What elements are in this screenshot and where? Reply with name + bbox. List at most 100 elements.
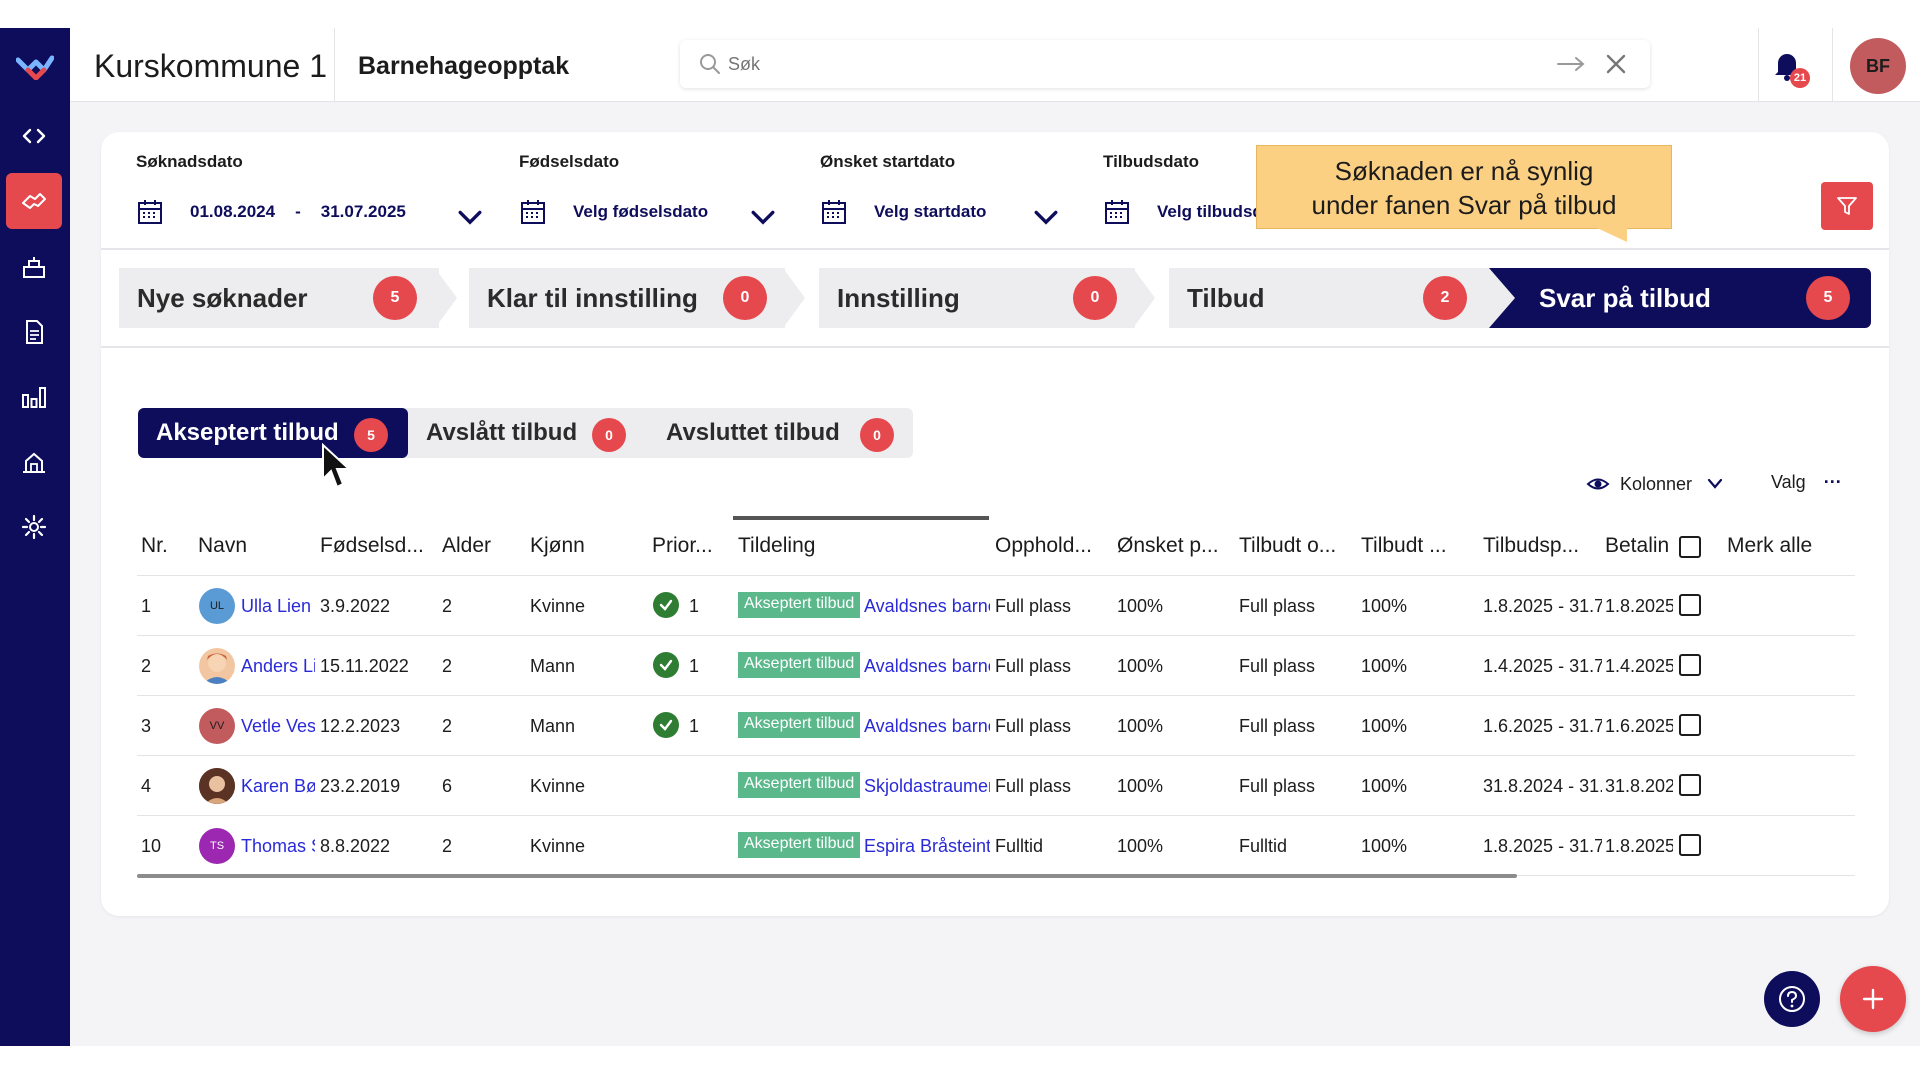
row-checkbox[interactable] (1679, 714, 1701, 736)
cell-kindergarten-link[interactable]: Avaldsnes barnehage (864, 716, 990, 737)
sidebar (0, 28, 70, 1046)
sidebar-item-property[interactable] (6, 434, 62, 490)
cell-kindergarten-link[interactable]: Espira Bråsteintun (864, 836, 990, 857)
date-separator: - (295, 202, 301, 221)
sidebar-item-reports[interactable] (6, 369, 62, 425)
code-icon (22, 128, 46, 144)
row-checkbox[interactable] (1679, 834, 1701, 856)
chevron-down-icon[interactable] (1032, 204, 1060, 232)
columns-button[interactable]: Kolonner (1586, 472, 1724, 496)
step-svar-pa-tilbud[interactable]: Svar på tilbud 5 (1489, 268, 1871, 328)
col-fodselsdato[interactable]: Fødselsd... (320, 534, 424, 558)
date-value: Velg startdato (874, 202, 987, 221)
date-picker[interactable]: Velg startdato (820, 198, 1060, 226)
col-tilbudt-opphold[interactable]: Tilbudt o... (1239, 534, 1336, 558)
step-count-badge: 0 (723, 276, 767, 320)
chevron-down-icon[interactable] (749, 204, 777, 232)
cell-dob: 3.9.2022 (320, 596, 391, 616)
filter-button[interactable] (1821, 182, 1873, 230)
search-input[interactable] (728, 50, 1528, 78)
col-betaling[interactable]: Betalin (1605, 534, 1669, 558)
tab-avsluttet-tilbud[interactable]: Avsluttet tilbud 0 (648, 408, 913, 458)
cell-name-link[interactable]: Thomas S (241, 836, 315, 857)
cell-nr: 2 (141, 656, 152, 676)
col-merk-alle[interactable]: Merk alle (1727, 534, 1812, 558)
cell-kindergarten-link[interactable]: Avaldsnes barnehage (864, 656, 990, 677)
col-onsket-prosent[interactable]: Ønsket p... (1117, 534, 1219, 558)
avatar (199, 768, 235, 804)
col-opphold[interactable]: Opphold... (995, 534, 1092, 558)
cell-dob: 15.11.2022 (320, 656, 409, 676)
step-separator-icon (783, 268, 814, 328)
cell-wanted: 100% (1117, 776, 1164, 796)
sidebar-item-documents[interactable] (6, 304, 62, 360)
sidebar-item-applications[interactable] (6, 173, 62, 229)
search-icon (700, 54, 720, 74)
date-value: Velg fødselsdato (573, 202, 709, 221)
select-all-checkbox[interactable] (1679, 536, 1701, 558)
tab-akseptert-tilbud[interactable]: Akseptert tilbud 5 (138, 408, 408, 458)
document-icon (26, 320, 43, 344)
table-row[interactable]: 10 TS Thomas S 8.8.2022 2 Kvinne Aksepte… (137, 816, 1855, 876)
col-kjonn[interactable]: Kjønn (530, 534, 585, 558)
table-row[interactable]: 3 VV Vetle Vesli 12.2.2023 2 Mann 1 Akse… (137, 696, 1855, 756)
search-bar (680, 40, 1650, 88)
options-button[interactable]: Valg ··· (1771, 472, 1842, 493)
col-alder[interactable]: Alder (442, 534, 491, 558)
step-klar-til-innstilling[interactable]: Klar til innstilling 0 (469, 268, 785, 328)
row-checkbox[interactable] (1679, 594, 1701, 616)
help-button[interactable] (1764, 971, 1820, 1027)
cell-priority: 1 (689, 596, 700, 616)
cell-stay: Fulltid (995, 836, 1044, 856)
cell-name-link[interactable]: Karen Børs (241, 776, 315, 797)
check-circle-icon (653, 652, 679, 678)
table-row[interactable]: 2 Anders Lie 15.11.2022 2 Mann 1 Aksepte… (137, 636, 1855, 696)
sidebar-item-kindergarten[interactable] (6, 239, 62, 295)
step-tilbud[interactable]: Tilbud 2 (1169, 268, 1489, 328)
row-checkbox[interactable] (1679, 774, 1701, 796)
check-circle-icon (653, 712, 679, 738)
col-navn[interactable]: Navn (198, 534, 247, 558)
tab-avslatt-tilbud[interactable]: Avslått tilbud 0 (408, 408, 648, 458)
status-badge: Akseptert tilbud (738, 712, 861, 738)
step-nye-soknader[interactable]: Nye søknader 5 (119, 268, 439, 328)
add-button[interactable] (1840, 966, 1906, 1032)
col-tildeling[interactable]: Tildeling (738, 534, 815, 558)
status-badge: Akseptert tilbud (738, 652, 861, 678)
col-prioritet[interactable]: Prior... (652, 534, 713, 558)
cell-kindergarten-link[interactable]: Avaldsnes barnehage (864, 596, 990, 617)
date-range-picker[interactable]: 01.08.2024 - 31.07.2025 (136, 198, 482, 226)
app-logo-icon[interactable] (15, 50, 55, 82)
row-checkbox[interactable] (1679, 654, 1701, 676)
col-nr[interactable]: Nr. (141, 534, 168, 558)
date-picker[interactable]: Velg fødselsdato (519, 198, 779, 226)
horizontal-scrollbar[interactable] (137, 874, 1517, 878)
notification-badge: 21 (1790, 68, 1810, 88)
sidebar-item-settings[interactable] (6, 499, 62, 555)
mouse-cursor-icon (322, 443, 352, 489)
col-tilbudsperiode[interactable]: Tilbudsp... (1483, 534, 1579, 558)
top-strip (0, 0, 1920, 28)
cell-payment: 1.4.2025 (1605, 656, 1673, 676)
header-divider (1832, 28, 1833, 102)
sidebar-item-code[interactable] (6, 108, 62, 164)
close-icon[interactable] (1604, 52, 1628, 76)
col-tilbudt-prosent[interactable]: Tilbudt ... (1361, 534, 1447, 558)
user-avatar[interactable]: BF (1850, 38, 1906, 94)
chevron-down-icon[interactable] (456, 204, 484, 232)
cell-name-link[interactable]: Vetle Vesli (241, 716, 315, 737)
cell-gender: Kvinne (530, 776, 586, 796)
cell-offered-stay: Fulltid (1239, 836, 1288, 856)
step-innstilling[interactable]: Innstilling 0 (819, 268, 1135, 328)
date-to: 31.07.2025 (320, 202, 406, 221)
cell-name-link[interactable]: Anders Lie (241, 656, 315, 677)
cell-period: 1.8.2025 - 31.7.2026 (1483, 836, 1602, 856)
cell-name-link[interactable]: Ulla Lien (241, 596, 315, 617)
eye-icon (1586, 478, 1610, 490)
arrow-right-icon[interactable] (1556, 52, 1586, 76)
tooltip-line: under fanen Svar på tilbud (1311, 190, 1617, 220)
cell-kindergarten-link[interactable]: Skjoldastraumen (864, 776, 990, 797)
table-row[interactable]: 1 UL Ulla Lien 3.9.2022 2 Kvinne 1 Aksep… (137, 576, 1855, 636)
table-row[interactable]: 4 Karen Børs 23.2.2019 6 Kvinne Aksepter… (137, 756, 1855, 816)
divider (101, 346, 1889, 348)
